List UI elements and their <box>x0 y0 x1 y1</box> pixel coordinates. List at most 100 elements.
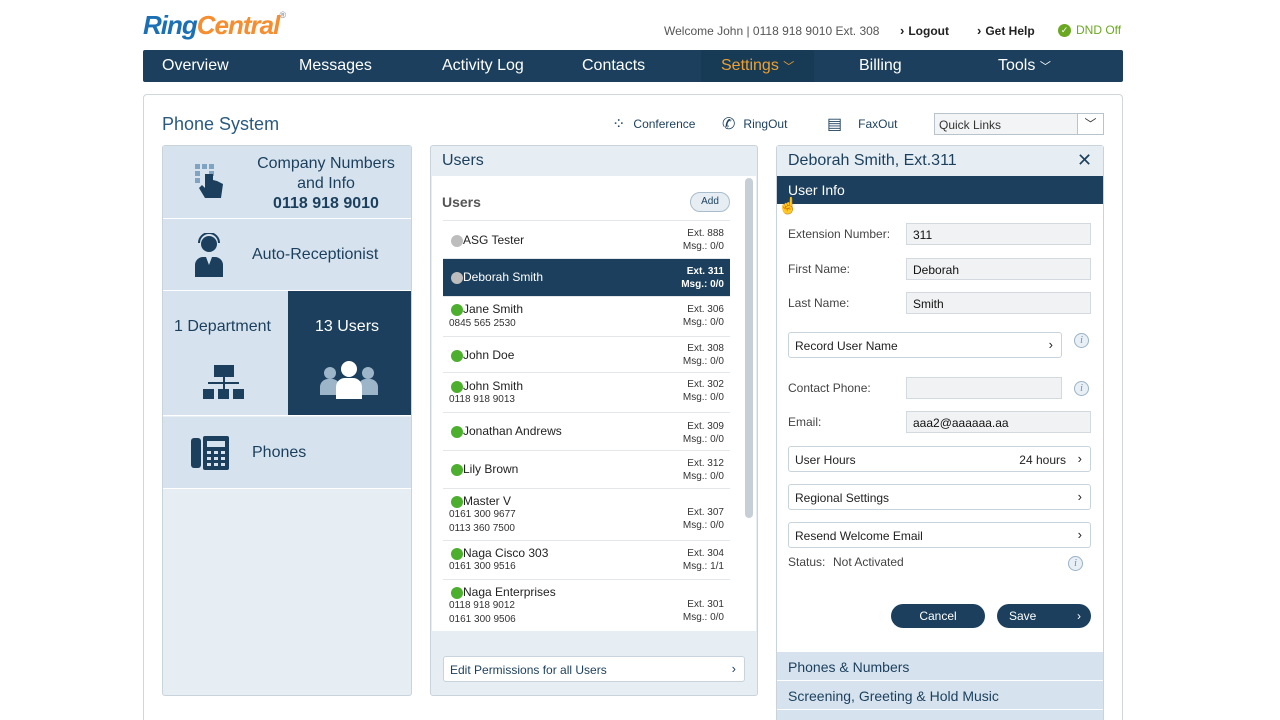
user-extension-info: Ext. 302 Msg.: 0/0 <box>683 378 724 404</box>
logo-part-central: Central <box>196 10 281 40</box>
users-group-icon <box>320 361 378 399</box>
edit-permissions-button[interactable]: Edit Permissions for all Users › <box>443 656 745 682</box>
user-message-count: Msg.: 0/0 <box>682 356 724 367</box>
welcome-text: Welcome John | 0118 918 9010 Ext. 308 <box>664 24 880 38</box>
resend-welcome-email-button[interactable]: Resend Welcome Email › <box>788 522 1091 548</box>
user-row[interactable]: John Doe Ext. 308 Msg.: 0/0 <box>443 336 730 372</box>
nav-billing[interactable]: Billing <box>859 50 902 82</box>
email-field[interactable]: aaa2@aaaaaa.aa <box>906 411 1091 433</box>
presence-status-icon <box>451 426 463 438</box>
status-label: Status: <box>788 555 826 569</box>
chevron-right-icon: › <box>1077 609 1081 623</box>
close-icon[interactable]: ✕ <box>1077 150 1092 171</box>
nav-settings[interactable]: Settings ﹀ <box>701 50 815 82</box>
screening-greeting-section[interactable]: Screening, Greeting & Hold Music <box>777 680 1103 709</box>
save-label: Save <box>1009 609 1037 623</box>
logout-link[interactable]: › Logout <box>900 23 949 38</box>
user-extension: Ext. 309 <box>687 421 724 432</box>
collapsed-section[interactable] <box>777 709 1103 720</box>
first-name-field[interactable]: Deborah <box>906 258 1091 280</box>
info-icon[interactable]: i <box>1068 556 1083 571</box>
presence-status-icon <box>451 272 463 284</box>
contact-phone-field[interactable] <box>906 377 1062 399</box>
user-message-count: Msg.: 0/0 <box>682 241 724 252</box>
info-icon[interactable]: i <box>1074 381 1089 396</box>
user-message-count: Msg.: 0/0 <box>682 317 724 328</box>
regional-settings-button[interactable]: Regional Settings › <box>788 484 1091 510</box>
record-user-name-button[interactable]: Record User Name › <box>788 332 1062 358</box>
faxout-button[interactable]: ▤ FaxOut <box>827 114 897 134</box>
extension-number-field[interactable]: 311 <box>906 223 1091 245</box>
nav-activity-log[interactable]: Activity Log <box>442 50 524 82</box>
save-button[interactable]: Save › <box>997 604 1091 628</box>
first-name-label: First Name: <box>788 262 851 276</box>
user-row[interactable]: Master V 0161 300 9677 0113 360 7500 Ext. 3… <box>443 488 730 540</box>
presence-status-icon <box>451 548 463 560</box>
get-help-link[interactable]: › Get Help <box>977 23 1035 38</box>
add-user-button[interactable]: Add <box>690 192 730 212</box>
nav-overview[interactable]: Overview <box>162 50 229 82</box>
department-tile[interactable]: 1 Department <box>163 291 288 416</box>
dnd-label: DND Off <box>1076 23 1122 37</box>
receptionist-icon <box>195 233 223 277</box>
ringcentral-logo[interactable]: RingCentral® <box>143 10 286 41</box>
user-message-count: Msg.: 0/0 <box>682 612 724 623</box>
company-info-title: and Info <box>297 175 355 192</box>
user-info-tab[interactable]: User Info <box>777 176 1103 204</box>
phones-numbers-section[interactable]: Phones & Numbers <box>777 651 1103 680</box>
company-numbers-tile[interactable]: Company Numbers and Info 0118 918 9010 <box>163 146 411 219</box>
conference-button[interactable]: ⁘ Conference <box>612 114 695 134</box>
nav-messages[interactable]: Messages <box>299 50 372 82</box>
faxout-label: FaxOut <box>858 117 898 131</box>
user-name: Lily Brown <box>463 462 519 476</box>
chevron-right-icon: › <box>731 661 736 676</box>
user-extension-info: Ext. 888 Msg.: 0/0 <box>683 227 724 253</box>
users-list-heading: Users <box>442 194 481 210</box>
user-row[interactable]: Naga Cisco 303 0161 300 9516 Ext. 304 Msg.:… <box>443 540 730 579</box>
main-nav: Overview Messages Activity Log Contacts … <box>143 50 1123 82</box>
user-row[interactable]: Jonathan Andrews Ext. 309 Msg.: 0/0 <box>443 412 730 450</box>
quick-links-select[interactable]: Quick Links ﹀ <box>934 113 1104 135</box>
presence-status-icon <box>451 587 463 599</box>
info-icon[interactable]: i <box>1074 333 1089 348</box>
ringout-label: RingOut <box>743 117 788 131</box>
user-phone-number: 0118 918 9012 <box>449 600 515 611</box>
users-tile[interactable]: 13 Users <box>288 291 411 416</box>
nav-tools[interactable]: Tools ﹀ <box>998 50 1051 82</box>
user-row[interactable]: Jane Smith 0845 565 2530 Ext. 306 Msg.: 0/0 <box>443 296 730 336</box>
user-row[interactable]: Naga Enterprises 0118 918 9012 0161 300 95… <box>443 579 730 631</box>
users-list-scrollbar[interactable] <box>745 178 753 518</box>
auto-receptionist-tile[interactable]: Auto-Receptionist <box>163 219 411 291</box>
user-name: Master V <box>463 494 512 508</box>
logo-part-ring: Ring <box>143 10 198 40</box>
quick-links-label: Quick Links <box>939 118 1002 132</box>
email-label: Email: <box>788 415 822 429</box>
edit-permissions-label: Edit Permissions for all Users <box>450 663 607 677</box>
chevron-right-icon: › <box>977 23 982 38</box>
record-user-name-label: Record User Name <box>795 339 898 353</box>
presence-status-icon <box>451 350 463 362</box>
mouse-cursor-icon: ☝ <box>778 198 798 215</box>
user-extension-info: Ext. 307 Msg.: 0/0 <box>683 506 724 532</box>
user-hours-button[interactable]: User Hours 24 hours › <box>788 446 1091 472</box>
check-icon: ✓ <box>1058 23 1071 37</box>
user-extension: Ext. 307 <box>687 507 724 518</box>
last-name-field[interactable]: Smith <box>906 292 1091 314</box>
cancel-button[interactable]: Cancel <box>891 604 985 628</box>
nav-settings-label: Settings <box>721 57 779 74</box>
user-row[interactable]: Deborah Smith Ext. 311 Msg.: 0/0 <box>443 258 730 296</box>
user-name: ASG Tester <box>463 233 525 247</box>
phones-tile[interactable]: Phones <box>163 417 411 489</box>
nav-contacts[interactable]: Contacts <box>582 50 645 82</box>
status-value: Not Activated <box>833 555 904 569</box>
dnd-toggle[interactable]: ✓ DND Off <box>1058 23 1121 37</box>
ringout-button[interactable]: ✆ RingOut <box>722 114 787 134</box>
fax-icon: ▤ <box>827 116 843 133</box>
user-message-count: Msg.: 1/1 <box>682 561 724 572</box>
users-list[interactable]: Users Add ASG Tester Ext. 888 Msg.: 0/0 Deb… <box>432 176 756 631</box>
users-count-label: 13 Users <box>315 318 380 335</box>
user-row[interactable]: ASG Tester Ext. 888 Msg.: 0/0 <box>443 220 730 258</box>
user-name: Naga Cisco 303 <box>463 546 549 560</box>
user-row[interactable]: Lily Brown Ext. 312 Msg.: 0/0 <box>443 450 730 488</box>
user-row[interactable]: John Smith 0118 918 9013 Ext. 302 Msg.: 0/0 <box>443 372 730 412</box>
